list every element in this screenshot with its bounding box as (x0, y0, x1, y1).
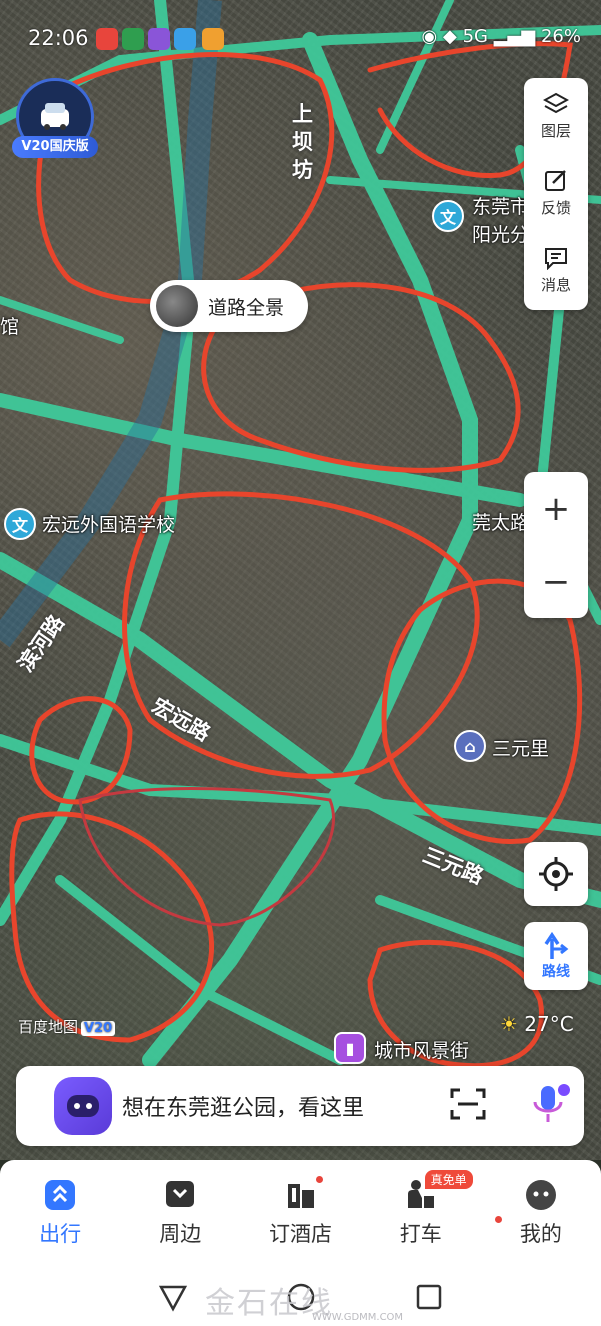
nav-travel-label: 出行 (39, 1222, 82, 1246)
location-icon: ◆ (443, 26, 457, 47)
app-root: 上坝坊 文 东莞市 阳光分 馆 文 宏远外国语学校 莞太路 滨河路 宏远路 三元… (0, 0, 601, 1326)
notification-dot (316, 1176, 324, 1183)
annotation-circle (29, 696, 133, 805)
landmark-icon[interactable]: ⌂ (454, 730, 486, 762)
annotation-circle (381, 578, 583, 844)
road-label-shangba: 上坝坊 (292, 102, 313, 182)
status-right: ◉ ◆ 5G ▂▄▆ 26% (422, 26, 581, 47)
wechat-icon (122, 28, 144, 50)
zoom-control: + − (524, 472, 588, 618)
street-view-label: 道路全景 (208, 296, 285, 319)
assistant-robot-icon[interactable] (54, 1077, 112, 1135)
back-icon[interactable] (158, 1282, 188, 1312)
nav-taxi-label: 打车 (399, 1222, 442, 1246)
baidu-map-watermark: 百度地图 V20 (18, 1016, 116, 1037)
messages-button[interactable]: 消息 (524, 232, 588, 309)
notification-app-icon (148, 28, 170, 50)
annotation-circle (78, 786, 335, 927)
left-edge-label: 馆 (0, 316, 20, 338)
scan-icon[interactable] (450, 1088, 490, 1124)
poi-label-school[interactable]: 宏远外国语学校 (42, 510, 175, 537)
notification-app-icon (96, 28, 118, 50)
school-icon[interactable]: 文 (432, 200, 464, 232)
search-input[interactable]: 想在东莞逛公园，看这里 (122, 1090, 450, 1122)
feedback-button[interactable]: 反馈 (524, 155, 588, 232)
signal-icon: ▂▄▆ (493, 26, 536, 47)
map-tool-panel: 图层 反馈 消息 (524, 78, 588, 310)
notification-app-icon (174, 28, 196, 50)
messages-label: 消息 (540, 276, 571, 294)
hotel-icon (287, 1184, 314, 1208)
route-label: 路线 (542, 964, 570, 980)
poi-label-yangguang[interactable]: 阳光分 (472, 220, 529, 247)
message-icon (545, 248, 567, 270)
recents-icon[interactable] (414, 1282, 444, 1312)
locate-button[interactable] (524, 842, 588, 906)
route-arrow-icon (544, 931, 569, 959)
street-view-button[interactable]: 道路全景 (150, 280, 308, 332)
watermark-version: V20 (81, 1021, 116, 1036)
nav-nearby[interactable]: 周边 (120, 1160, 240, 1270)
poi-label-sanyuanli[interactable]: 三元里 (492, 734, 549, 761)
nav-hotel-label: 订酒店 (269, 1222, 332, 1246)
weather-temp: 27°C (524, 1012, 574, 1036)
feedback-label: 反馈 (540, 199, 571, 217)
crosshair-icon (539, 857, 573, 891)
nav-taxi[interactable]: 打车 真免单 (361, 1160, 481, 1270)
site-watermark-url: WWW.GDMM.COM (312, 1312, 404, 1323)
badge-caption: V20国庆版 (12, 136, 98, 158)
nav-profile[interactable]: 我的 (481, 1160, 601, 1270)
poi-label-city-street[interactable]: 城市风景街 (374, 1036, 469, 1063)
zoom-out-button[interactable]: − (524, 545, 588, 618)
notification-dot (494, 1216, 502, 1223)
search-bar[interactable]: 想在东莞逛公园，看这里 (16, 1066, 584, 1146)
notification-app-icon (202, 28, 224, 50)
battery-label: 26% (540, 26, 581, 47)
status-bar: 22:06 ◉ ◆ 5G ▂▄▆ 26% (0, 0, 601, 50)
voice-mic-icon[interactable] (530, 1082, 570, 1130)
route-button[interactable]: 路线 (524, 922, 588, 990)
annotation-circle (9, 811, 215, 1043)
v20-edition-badge[interactable]: V20国庆版 (12, 78, 98, 158)
watermark-text: 百度地图 (18, 1018, 79, 1036)
layers-button[interactable]: 图层 (524, 78, 588, 155)
bottom-navigation: 出行 周边 订酒店 打车 真免单 我的 (0, 1160, 601, 1270)
travel-icon (45, 1180, 76, 1210)
satellite-map[interactable]: 上坝坊 文 东莞市 阳光分 馆 文 宏远外国语学校 莞太路 滨河路 宏远路 三元… (0, 0, 601, 1160)
school-icon[interactable]: 文 (4, 508, 36, 540)
weather-indicator[interactable]: ☀ 27°C (500, 1012, 574, 1036)
free-ride-badge: 真免单 (424, 1170, 473, 1189)
nearby-icon (166, 1181, 195, 1207)
road-label-guantai: 莞太路 (472, 512, 530, 534)
nav-nearby-label: 周边 (159, 1222, 202, 1246)
sun-icon: ☀ (500, 1012, 518, 1036)
layers-label: 图层 (540, 122, 571, 140)
poi-label-dongguan[interactable]: 东莞市 (472, 192, 529, 219)
profile-icon (525, 1180, 556, 1210)
shopping-bag-icon[interactable]: ▮ (334, 1032, 366, 1064)
eye-icon: ◉ (421, 26, 438, 47)
nav-hotel[interactable]: 订酒店 (240, 1160, 360, 1270)
signal-label: 5G (462, 26, 488, 47)
zoom-in-button[interactable]: + (524, 472, 588, 545)
nav-profile-label: 我的 (519, 1222, 562, 1246)
street-view-thumbnail (156, 285, 198, 327)
status-time: 22:06 (28, 26, 89, 50)
feedback-edit-icon (545, 170, 566, 191)
layers-icon (543, 92, 569, 114)
nav-travel[interactable]: 出行 (0, 1160, 120, 1270)
